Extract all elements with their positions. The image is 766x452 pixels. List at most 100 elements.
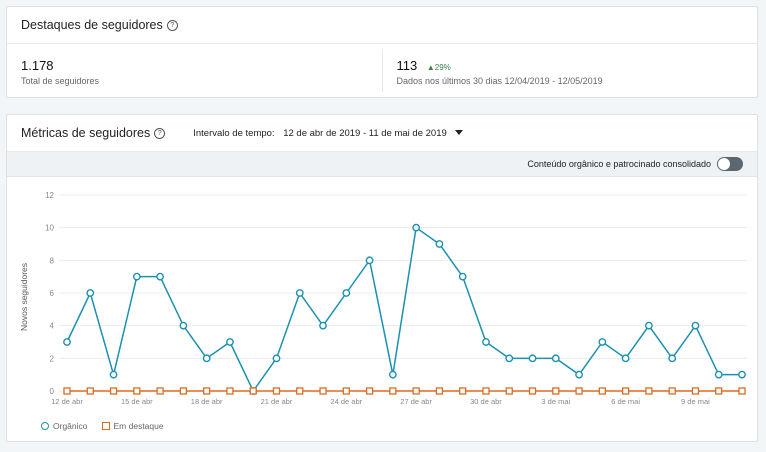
data-point [575, 370, 583, 379]
data-point [714, 370, 723, 379]
data-point [226, 387, 234, 395]
total-followers-label: Total de seguidores [21, 76, 100, 86]
new-followers-label: Dados nos últimos 30 dias 12/04/2019 - 1… [396, 76, 603, 86]
y-tick-label: 12 [45, 191, 54, 200]
y-tick-label: 10 [45, 224, 54, 233]
new-followers-value: 113 [396, 58, 418, 73]
legend-organic[interactable]: Orgânico [41, 421, 88, 431]
data-point [179, 387, 188, 395]
data-point [226, 338, 234, 346]
data-point [389, 387, 397, 395]
data-point [202, 354, 211, 363]
x-tick-label: 21 de abr [261, 397, 293, 406]
data-point [482, 387, 490, 395]
y-tick-label: 4 [50, 322, 55, 331]
data-point [458, 272, 467, 281]
total-followers-value: 1.178 [21, 58, 54, 73]
y-tick-label: 2 [50, 354, 55, 363]
x-tick-label: 18 de abr [191, 397, 223, 406]
help-icon[interactable]: ? [166, 19, 178, 31]
data-point [738, 387, 746, 395]
data-point [459, 387, 467, 395]
legend-organic-label: Orgânico [53, 421, 88, 431]
followers-line-chart: 0 2 4 6 8 10 12 12 de abr 15 de abr 18 de abr 21 … [19, 191, 747, 406]
data-point [412, 223, 421, 232]
data-point [598, 387, 606, 395]
data-point [435, 387, 444, 395]
data-point [691, 321, 700, 330]
data-point [621, 387, 630, 395]
data-point [505, 354, 514, 363]
y-axis-label: Novos seguidores [19, 263, 29, 331]
data-point [668, 354, 677, 363]
x-tick-label: 3 de mai [541, 397, 570, 406]
data-point [552, 387, 560, 395]
y-tick-label: 6 [50, 289, 55, 298]
data-point [179, 321, 188, 330]
data-point [715, 387, 723, 395]
series-line [66, 226, 742, 393]
data-point [435, 240, 444, 248]
data-point [551, 354, 560, 363]
data-point [63, 338, 71, 346]
data-point [738, 370, 746, 379]
y-tick-label: 0 [50, 387, 55, 396]
x-tick-label: 15 de abr [121, 397, 153, 406]
data-point [388, 370, 397, 379]
data-point [575, 387, 583, 395]
legend-sponsored-label: Em destaque [113, 421, 164, 431]
data-point [86, 387, 94, 395]
data-point [482, 338, 490, 346]
new-followers-stat: 113 ▲29% Dados nos últimos 30 dias 12/04… [381, 50, 758, 92]
data-point [528, 354, 537, 363]
data-point [295, 289, 304, 297]
x-tick-label: 9 de mai [681, 397, 710, 406]
x-tick-label: 6 de mai [611, 397, 640, 406]
chevron-down-icon[interactable] [455, 130, 464, 136]
metrics-title: Métricas de seguidores [21, 126, 151, 140]
consolidated-toggle[interactable] [717, 157, 743, 171]
data-point [249, 387, 257, 395]
data-point [63, 387, 71, 395]
data-point [203, 387, 211, 395]
x-tick-label: 12 de abr [51, 397, 83, 406]
x-tick-label: 30 de abr [470, 397, 502, 406]
data-point [365, 256, 374, 265]
data-point [272, 354, 281, 363]
chart-legend: Orgânico Em destaque [41, 421, 178, 431]
data-point [156, 272, 165, 281]
time-range-label: Intervalo de tempo: [193, 127, 275, 139]
trend-badge: ▲29% [426, 63, 451, 72]
help-icon[interactable]: ? [154, 127, 166, 139]
circle-marker-icon [41, 422, 49, 430]
data-point [412, 387, 420, 395]
data-point [342, 289, 351, 297]
data-point [109, 370, 118, 379]
data-point [156, 387, 164, 395]
data-point [109, 387, 118, 395]
data-point [296, 387, 304, 395]
x-tick-label: 27 de abr [400, 397, 432, 406]
x-tick-label: 24 de abr [330, 397, 362, 406]
time-range-value: 12 de abr de 2019 - 11 de mai de 2019 [283, 127, 447, 139]
data-point [668, 387, 676, 395]
data-point [133, 387, 141, 395]
data-point [528, 387, 537, 395]
data-point [319, 321, 327, 330]
time-range-selector[interactable]: Intervalo de tempo: 12 de abr de 2019 - … [193, 127, 464, 139]
data-point [342, 387, 350, 395]
total-followers-stat: 1.178 Total de seguidores [7, 44, 382, 98]
consolidated-toggle-bar: Conteúdo orgânico e patrocinado consolid… [7, 152, 757, 177]
data-point [365, 387, 374, 395]
data-point [621, 354, 630, 363]
y-tick-label: 8 [50, 256, 55, 265]
data-point [505, 387, 513, 395]
metrics-header: Métricas de seguidores ? Intervalo de te… [7, 115, 757, 152]
consolidated-toggle-label: Conteúdo orgânico e patrocinado consolid… [527, 159, 711, 169]
legend-sponsored[interactable]: Em destaque [101, 421, 164, 431]
data-point [598, 338, 607, 346]
data-point [644, 321, 653, 330]
data-point [86, 289, 95, 297]
data-point [645, 387, 653, 395]
highlights-header: Destaques de seguidores ? [7, 7, 757, 44]
